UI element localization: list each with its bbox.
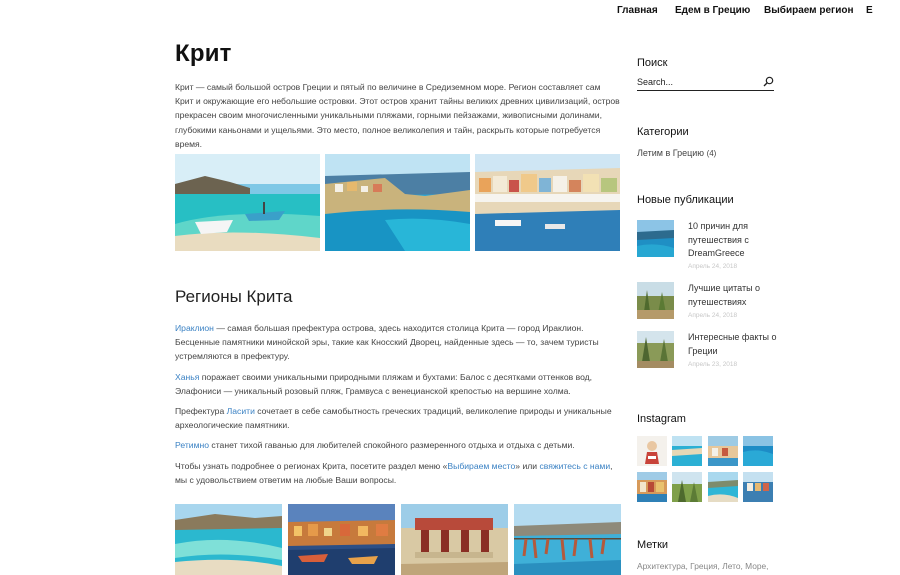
post-thumbnail[interactable]	[637, 220, 674, 257]
nav-item-more[interactable]: Е	[866, 5, 873, 16]
link-choose-place[interactable]: Выбираем место	[447, 461, 515, 471]
post-title[interactable]: Интересные факты о Греции	[688, 331, 778, 358]
regions-text: Ираклион — самая большая префектура остр…	[175, 321, 621, 493]
instagram-photo[interactable]	[708, 472, 738, 502]
instagram-photo[interactable]	[637, 472, 667, 502]
link-rethymno[interactable]: Ретимно	[175, 440, 209, 450]
article: Крит Крит — самый большой остров Греции …	[175, 40, 621, 575]
paragraph-lasithi: Префектура Ласити сочетает в себе самобы…	[175, 406, 612, 431]
instagram-photo[interactable]	[743, 472, 773, 502]
photo-balos-beach[interactable]	[175, 154, 320, 251]
photo-bay-town[interactable]	[325, 154, 470, 251]
tags-widget-title: Метки	[637, 539, 669, 551]
nav-item-home[interactable]: Главная	[617, 5, 658, 16]
search-icon[interactable]	[763, 76, 774, 87]
post-date: Апрель 23, 2018	[688, 361, 738, 368]
categories-widget-title: Категории	[637, 126, 689, 138]
search-input[interactable]: Search...	[637, 75, 774, 91]
article-intro: Крит — самый большой остров Греции и пят…	[175, 82, 620, 149]
instagram-photo[interactable]	[743, 436, 773, 466]
paragraph-chania: Ханья поражает своими уникальными природ…	[175, 371, 593, 396]
post-title[interactable]: Лучшие цитаты о путешествиях	[688, 282, 778, 309]
link-contact-us[interactable]: свяжитесь с нами	[539, 461, 610, 471]
search-placeholder: Search...	[637, 77, 674, 87]
post-thumbnail[interactable]	[637, 282, 674, 319]
recent-post[interactable]: Интересные факты о Греции Апрель 23, 201…	[637, 331, 777, 371]
category-item: Летим в Грецию (4)	[637, 148, 716, 158]
photo-harbor-chania[interactable]	[475, 154, 620, 251]
photo-gallery-top	[175, 154, 621, 251]
category-link[interactable]: Летим в Грецию	[637, 148, 704, 158]
paragraph-heraklion: Ираклион — самая большая префектура остр…	[175, 323, 599, 362]
page-title: Крит	[175, 40, 232, 67]
photo-knossos[interactable]	[401, 504, 508, 575]
photo-octopus-drying[interactable]	[514, 504, 621, 575]
post-date: Апрель 24, 2018	[688, 263, 738, 270]
paragraph-rethymno: Ретимно станет тихой гаванью для любител…	[175, 440, 575, 451]
instagram-photo[interactable]	[672, 472, 702, 502]
recent-post[interactable]: 10 причин для путешествия с DreamGreece …	[637, 220, 778, 270]
nav-item-go-to-greece[interactable]: Едем в Грецию	[675, 5, 750, 16]
paragraph-more-info: Чтобы узнать подробнее о регионах Крита,…	[175, 460, 613, 485]
regions-heading: Регионы Крита	[175, 287, 293, 306]
instagram-photo[interactable]	[672, 436, 702, 466]
photo-night-harbor[interactable]	[288, 504, 395, 575]
search-widget-title: Поиск	[637, 57, 668, 69]
nav-item-choose-region[interactable]: Выбираем регион	[764, 5, 854, 16]
recent-posts-title: Новые публикации	[637, 194, 734, 206]
instagram-photo[interactable]	[637, 436, 667, 466]
instagram-photo[interactable]	[708, 436, 738, 466]
category-count: (4)	[706, 149, 717, 158]
post-thumbnail[interactable]	[637, 331, 674, 368]
instagram-widget-title: Instagram	[637, 413, 686, 425]
top-navigation: Главная Едем в Грецию Выбираем регион Е	[0, 5, 900, 19]
link-heraklion[interactable]: Ираклион	[175, 323, 214, 333]
tags-list[interactable]: Архитектура, Греция, Лето, Море,	[637, 561, 769, 571]
photo-gallery-bottom	[175, 504, 621, 575]
photo-lagoon[interactable]	[175, 504, 282, 575]
post-title[interactable]: 10 причин для путешествия с DreamGreece	[688, 220, 778, 261]
link-chania[interactable]: Ханья	[175, 372, 199, 382]
link-lasithi[interactable]: Ласити	[227, 406, 255, 416]
recent-post[interactable]: Лучшие цитаты о путешествиях Апрель 24, …	[637, 282, 777, 322]
post-date: Апрель 24, 2018	[688, 312, 738, 319]
